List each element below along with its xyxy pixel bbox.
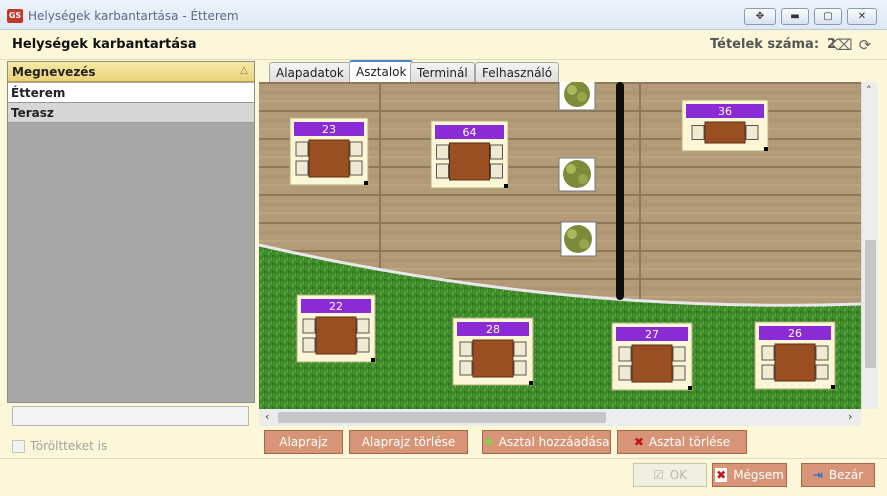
close-window-button[interactable]: ✕ [847,8,877,25]
column-header-name[interactable]: Megnevezés △ [8,62,254,82]
close-button[interactable]: ⇥ Bezár [801,463,875,487]
deleted-checkbox-label: Töröltteket is [30,439,108,453]
plant-pot [558,82,596,111]
add-table-label: Asztal hozzáadása [498,435,610,449]
vertical-scroll-thumb[interactable] [865,240,876,368]
table-36[interactable]: 36 [681,99,769,152]
deleted-checkbox[interactable] [12,439,25,453]
vertical-scrollbar[interactable]: ˄ [861,82,878,409]
horizontal-scrollbar[interactable]: ‹ › [259,409,861,426]
room-list: Megnevezés △ Étterem Terasz [7,61,255,403]
cancel-label: Mégsem [733,468,784,482]
item-count-label: Tételek száma: [710,37,820,52]
delete-table-button[interactable]: ✖ Asztal törlése [617,430,747,454]
filter-input[interactable] [12,406,249,426]
table-number: 27 [645,328,659,341]
table-27[interactable]: 27 [611,322,693,391]
item-count: Tételek száma: 2 [710,37,836,52]
delete-floorplan-label: Alaprajz törlése [361,435,456,449]
tab-felhasznalo[interactable]: Felhasználó [475,62,560,82]
table-number: 28 [486,323,500,336]
scroll-up-icon[interactable]: ˄ [866,84,872,97]
table-number: 23 [322,123,336,136]
scroll-left-icon[interactable]: ‹ [265,410,269,423]
ok-label: OK [669,468,688,482]
column-header-label: Megnevezés [12,65,96,79]
minimize-icon: ▬ [790,11,800,22]
check-icon: ☑ [652,468,664,482]
app-icon: GS [7,9,23,23]
cancel-x-icon: ✖ [715,468,728,482]
table-number: 36 [718,105,732,118]
tab-terminal[interactable]: Terminál [410,62,475,82]
floorplan-canvas[interactable]: 23 64 36 22 28 27 26 [259,82,861,409]
table-number: 26 [788,327,802,340]
footer-divider [0,458,887,459]
plant-pot [558,157,596,192]
move-window-button[interactable]: ✥ [744,8,776,25]
tab-asztalok[interactable]: Asztalok [349,60,414,82]
tab-alapadatok[interactable]: Alapadatok [269,62,351,82]
cancel-button[interactable]: ✖ Mégsem [712,463,787,487]
minimize-button[interactable]: ▬ [781,8,809,25]
table-23[interactable]: 23 [289,117,369,186]
delete-table-label: Asztal törlése [648,435,731,449]
add-table-button[interactable]: ✚ Asztal hozzáadása [482,430,611,454]
scroll-right-icon[interactable]: › [848,410,852,423]
table-22[interactable]: 22 [296,294,376,363]
floorplan-button[interactable]: Alaprajz [264,430,343,454]
table-number: 22 [329,300,343,313]
table-26[interactable]: 26 [754,321,836,390]
eraser-icon[interactable]: ⌫ [831,36,852,54]
list-item[interactable]: Terasz [8,103,254,123]
plant-pot [560,221,597,257]
maximize-icon: ▢ [823,11,833,22]
maximize-button[interactable]: ▢ [814,8,842,25]
close-label: Bezár [828,468,864,482]
sort-ascending-icon: △ [240,65,248,76]
list-item[interactable]: Étterem [8,83,254,103]
delete-x-icon: ✖ [633,435,644,449]
floorplan-svg: 23 64 36 22 28 27 26 [259,82,861,409]
close-icon: ✕ [857,11,867,22]
refresh-icon[interactable]: ⟳ [856,36,874,54]
delete-floorplan-button[interactable]: Alaprajz törlése [349,430,468,454]
exit-icon: ⇥ [812,468,823,482]
deleted-checkbox-row[interactable]: Töröltteket is [12,437,107,455]
ok-button[interactable]: ☑ OK [633,463,707,487]
floorplan-button-label: Alaprajz [279,435,328,449]
horizontal-scroll-thumb[interactable] [278,412,606,423]
window-title: Helységek karbantartása - Étterem [28,9,239,23]
move-icon: ✥ [755,11,765,22]
table-28[interactable]: 28 [452,317,534,386]
window-titlebar: GS Helységek karbantartása - Étterem ✥ ▬… [0,0,887,30]
page-header: Helységek karbantartása Tételek száma: 2 [0,30,887,60]
plus-icon: ✚ [483,435,494,449]
table-number: 64 [463,126,477,139]
page-title: Helységek karbantartása [12,37,197,52]
divider-wall [616,82,624,300]
table-64[interactable]: 64 [430,120,509,189]
